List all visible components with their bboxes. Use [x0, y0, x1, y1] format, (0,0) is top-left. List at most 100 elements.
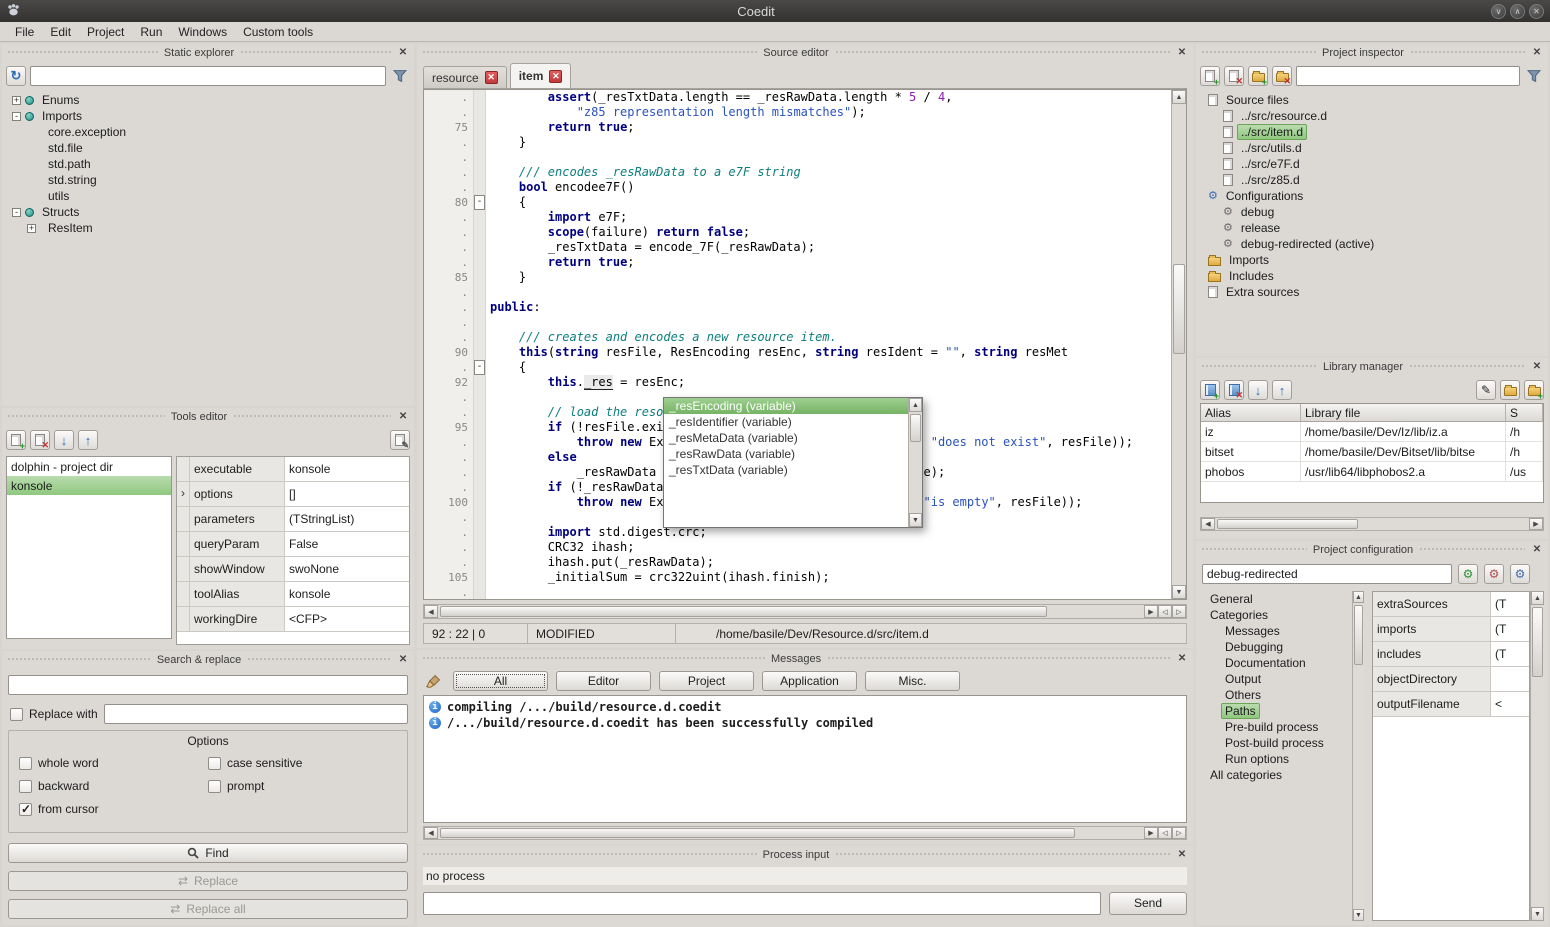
fold-marker-icon[interactable] — [474, 225, 486, 240]
tab-close-icon[interactable]: ✕ — [549, 70, 562, 83]
close-icon[interactable]: ✕ — [1176, 653, 1188, 664]
fold-marker-icon[interactable] — [474, 525, 486, 540]
fold-marker-icon[interactable] — [474, 555, 486, 570]
tree-item[interactable]: ../src/utils.d — [1204, 140, 1544, 156]
fold-marker-icon[interactable] — [474, 300, 486, 315]
replace-button[interactable]: ⇄ Replace — [8, 871, 408, 891]
message-filter-button[interactable]: Application — [762, 671, 857, 691]
config-grid-scrollbar[interactable]: ▲ ▼ — [1530, 591, 1544, 921]
tree-item[interactable]: std.string — [8, 172, 408, 188]
expander-icon[interactable]: - — [12, 208, 21, 217]
fold-marker-icon[interactable] — [474, 420, 486, 435]
property-value[interactable] — [1491, 667, 1529, 691]
completion-scrollbar[interactable]: ▲ ▼ — [908, 398, 922, 527]
property-value[interactable]: [] — [285, 482, 409, 506]
scroll-right-icon[interactable]: ▷ — [1172, 827, 1186, 839]
fold-marker-icon[interactable] — [474, 585, 486, 599]
option-item[interactable]: whole word — [19, 756, 208, 770]
column-header[interactable]: S — [1506, 404, 1543, 421]
fold-marker-icon[interactable]: - — [474, 195, 486, 210]
close-icon[interactable]: ✕ — [1176, 47, 1188, 58]
scroll-up-icon[interactable]: ▲ — [1531, 591, 1544, 605]
fold-marker-icon[interactable] — [474, 450, 486, 465]
add-tool-button[interactable]: + — [6, 430, 26, 450]
fold-marker-icon[interactable] — [474, 405, 486, 420]
close-button[interactable]: ✕ — [1529, 4, 1544, 19]
category-item[interactable]: Messages — [1202, 623, 1352, 639]
fold-marker-icon[interactable] — [474, 345, 486, 360]
editor-hscrollbar[interactable]: ◀ ▶ ◁ ▷ — [423, 604, 1187, 619]
fold-marker-icon[interactable] — [474, 495, 486, 510]
option-item[interactable]: from cursor — [19, 802, 208, 816]
tree-item[interactable]: ../src/item.d — [1204, 124, 1544, 140]
fold-marker-icon[interactable] — [474, 330, 486, 345]
menu-item[interactable]: Windows — [171, 23, 234, 41]
property-row[interactable]: parameters (TStringList) — [177, 507, 409, 532]
property-row[interactable]: showWindow swoNone — [177, 557, 409, 582]
category-item[interactable]: General — [1202, 591, 1352, 607]
fold-marker-icon[interactable] — [474, 135, 486, 150]
property-value[interactable]: konsole — [285, 457, 409, 481]
completion-item[interactable]: _resIdentifier (variable) — [664, 414, 908, 430]
tree-item[interactable]: - Structs — [8, 204, 408, 220]
tree-item[interactable]: Includes — [1204, 268, 1544, 284]
message-filter-button[interactable]: Misc. — [865, 671, 960, 691]
property-row[interactable]: imports (T — [1373, 617, 1529, 642]
category-scrollbar[interactable]: ▲ ▼ — [1352, 591, 1364, 921]
fold-marker-icon[interactable] — [474, 480, 486, 495]
edit-tool-button[interactable]: ✎ — [390, 430, 410, 450]
message-row[interactable]: i /.../build/resource.d.coedit has been … — [426, 715, 1184, 731]
scroll-down-icon[interactable]: ▼ — [909, 513, 922, 527]
property-value[interactable]: False — [285, 532, 409, 556]
refresh-button[interactable]: ↻ — [6, 66, 26, 86]
property-row[interactable]: outputFilename < — [1373, 692, 1529, 717]
scroll-down-icon[interactable]: ▼ — [1531, 907, 1544, 921]
tree-item[interactable]: ../src/resource.d — [1204, 108, 1544, 124]
move-tool-up-button[interactable]: ↑ — [78, 430, 98, 450]
move-tool-down-button[interactable]: ↓ — [54, 430, 74, 450]
replace-with-checkbox[interactable] — [10, 708, 23, 721]
option-checkbox[interactable] — [208, 780, 221, 793]
close-icon[interactable]: ✕ — [397, 654, 409, 665]
category-item[interactable]: Categories — [1202, 607, 1352, 623]
fold-marker-icon[interactable] — [474, 465, 486, 480]
move-library-down-button[interactable]: ↓ — [1248, 380, 1268, 400]
shade-button[interactable]: ∨ — [1491, 4, 1506, 19]
scroll-left-icon[interactable]: ◁ — [1158, 605, 1172, 618]
expander-icon[interactable]: + — [27, 224, 36, 233]
scroll-right-icon[interactable]: ▶ — [1529, 518, 1543, 530]
editor-tab[interactable]: resource ✕ — [423, 66, 507, 88]
category-item[interactable]: Others — [1202, 687, 1352, 703]
close-icon[interactable]: ✕ — [397, 411, 409, 422]
fold-marker-icon[interactable]: - — [474, 360, 486, 375]
category-item[interactable]: Paths — [1202, 703, 1352, 719]
category-item[interactable]: Run options — [1202, 751, 1352, 767]
scroll-left-icon[interactable]: ◀ — [424, 605, 438, 618]
property-row[interactable]: objectDirectory — [1373, 667, 1529, 692]
tree-item[interactable]: + Enums — [8, 92, 408, 108]
close-icon[interactable]: ✕ — [397, 47, 409, 58]
library-row[interactable]: iz /home/basile/Dev/Iz/lib/iz.a /h — [1201, 422, 1543, 442]
scroll-up-icon[interactable]: ▲ — [909, 398, 922, 412]
edit-library-button[interactable]: ✎ — [1476, 380, 1496, 400]
close-icon[interactable]: ✕ — [1531, 47, 1543, 58]
message-filter-button[interactable]: Editor — [556, 671, 651, 691]
add-configuration-button[interactable]: ⚙ — [1510, 564, 1530, 584]
column-header[interactable]: Library file — [1301, 404, 1506, 421]
scroll-right-icon[interactable]: ▷ — [1172, 605, 1186, 618]
send-button[interactable]: Send — [1109, 892, 1187, 915]
option-item[interactable]: prompt — [208, 779, 397, 793]
messages-hscrollbar[interactable]: ◀ ▶ ◁ ▷ — [423, 826, 1187, 840]
property-value[interactable]: <CFP> — [285, 607, 409, 631]
property-value[interactable]: (T — [1491, 642, 1529, 666]
remove-source-button[interactable]: ✕ — [1224, 66, 1244, 86]
category-item[interactable]: Debugging — [1202, 639, 1352, 655]
scroll-up-icon[interactable]: ▲ — [1353, 591, 1364, 603]
property-row[interactable]: queryParam False — [177, 532, 409, 557]
completion-item[interactable]: _resTxtData (variable) — [664, 462, 908, 478]
expander-icon[interactable]: - — [12, 112, 21, 121]
property-value[interactable]: (TStringList) — [285, 507, 409, 531]
fold-marker-icon[interactable] — [474, 165, 486, 180]
close-icon[interactable]: ✕ — [1176, 849, 1188, 860]
fold-marker-icon[interactable] — [474, 240, 486, 255]
